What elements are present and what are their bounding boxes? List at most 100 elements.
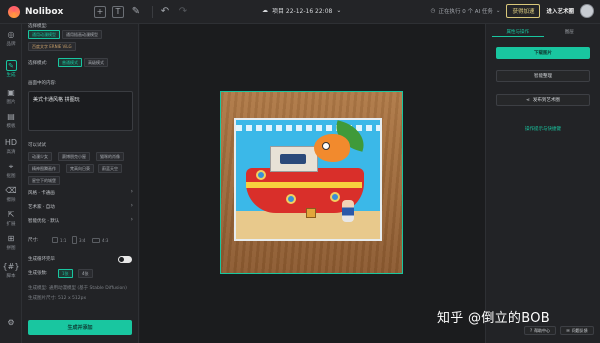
redo-icon[interactable]: ↷: [177, 6, 189, 18]
rail-item-extend[interactable]: ⇱ 扩展: [0, 210, 22, 227]
suggestion-chip[interactable]: 赛博朋克小屋: [58, 152, 90, 161]
loop-toggle[interactable]: [118, 256, 132, 263]
smart-organize-button[interactable]: 智能整理: [496, 70, 590, 82]
rail-item-template[interactable]: ▤ 模板: [0, 112, 22, 129]
model-label: 选择模型:: [28, 24, 48, 29]
chevron-right-icon: ›: [130, 188, 133, 195]
porthole: [330, 192, 340, 202]
brand-name: Nolibox: [25, 6, 64, 17]
shortcuts-link[interactable]: 操作提示与快捷键: [496, 126, 590, 132]
rail-item-label: 图片: [6, 100, 16, 105]
generate-button[interactable]: 生成并添加: [28, 320, 132, 335]
optimize-row[interactable]: 智能优化 · 默认 ›: [28, 216, 133, 225]
boost-button[interactable]: 获得加速: [506, 4, 541, 18]
watermark: 知乎 @倒立的BOB: [437, 311, 550, 326]
top-toolbar: Nolibox + T ✎ ↶ ↷ ☁ 项目 22-12-16 22:08 ⌄ …: [0, 0, 600, 24]
panel-tabs: 属性与操作 图层: [492, 27, 595, 37]
style-row[interactable]: 风格 · 卡通画 ›: [28, 188, 133, 197]
chevron-right-icon: ›: [130, 216, 133, 223]
brand-logo[interactable]: Nolibox: [8, 5, 88, 18]
download-button[interactable]: 下载图片: [496, 47, 590, 59]
canvas-area[interactable]: [140, 24, 485, 343]
rail-item-generate[interactable]: ✎ 生成: [0, 60, 22, 78]
text-icon[interactable]: T: [112, 5, 124, 18]
download-label: 下载图片: [534, 51, 552, 56]
app-window: Nolibox + T ✎ ↶ ↷ ☁ 项目 22-12-16 22:08 ⌄ …: [0, 0, 600, 343]
loop-label: 生成循环完毕: [28, 257, 55, 262]
chevron-right-icon: ›: [130, 202, 133, 209]
boat-stripe: [246, 182, 362, 188]
feedback-button[interactable]: ✉ 问题反馈: [560, 326, 594, 335]
model-info: 生成模型: 通用动漫模型 (基于 Stable Diffusion): [28, 286, 127, 291]
avatar[interactable]: [580, 4, 594, 18]
character: [342, 200, 354, 222]
ratio-landscape-option[interactable]: [92, 238, 100, 243]
rail-item-hd[interactable]: HD 高清: [0, 138, 22, 155]
size-info: 生成图片尺寸: 512 x 512px: [28, 296, 87, 301]
count-chip-4[interactable]: 4张: [78, 269, 93, 278]
optimize-value: 智能优化 · 默认: [28, 219, 60, 224]
ratio-square-option[interactable]: [52, 237, 58, 243]
tool-rail: ◎ 品牌 ✎ 生成 ▣ 图片 ▤ 模板 HD 高清 ⌖ 抠图 ⌫ 擦除 ⇱ 扩展: [0, 24, 22, 343]
logo-icon: [8, 5, 20, 18]
feedback-label: 问题反馈: [571, 327, 588, 333]
rail-item-collage[interactable]: ⊞ 拼图: [0, 234, 22, 251]
collage-icon: ⊞: [7, 234, 15, 243]
mode-chip-normal[interactable]: 普通模式: [58, 58, 82, 67]
rail-item-label: 品牌: [6, 42, 16, 47]
rail-item-brand[interactable]: ◎ 品牌: [0, 30, 22, 47]
mode-chip-advanced[interactable]: 高级模式: [84, 58, 108, 67]
cloud-upload-icon: ☁: [262, 7, 268, 14]
prompt-input[interactable]: 美式卡通风格 拼图玩: [28, 91, 133, 131]
clock-icon: ◷: [430, 8, 436, 14]
count-label: 生成张数:: [28, 271, 48, 276]
brush-icon[interactable]: ✎: [130, 6, 142, 18]
project-title[interactable]: ☁ 项目 22-12-16 22:08 ⌄: [262, 6, 341, 15]
tab-properties[interactable]: 属性与操作: [492, 27, 544, 37]
ratio-label: 1:1: [60, 238, 67, 243]
artist-row[interactable]: 艺术家 · 自动 ›: [28, 202, 133, 211]
selected-image[interactable]: [220, 91, 403, 274]
generate-icon: ✎: [5, 60, 17, 71]
fish: [314, 134, 350, 162]
generate-button-label: 生成并添加: [67, 325, 93, 331]
help-center-button[interactable]: ? 帮助中心: [524, 326, 556, 335]
rail-item-label: 抠图: [6, 174, 16, 179]
help-icon: ?: [529, 328, 533, 333]
count-chip-1[interactable]: 1张: [58, 269, 73, 278]
ratio-label: 3:4: [79, 238, 86, 243]
rail-item-erase[interactable]: ⌫ 擦除: [0, 186, 22, 203]
undo-icon[interactable]: ↶: [159, 6, 171, 18]
model-chip[interactable]: 通用插画动漫模型: [62, 30, 102, 39]
ratio-portrait-option[interactable]: [72, 236, 77, 244]
puzzle-artwork: [234, 118, 382, 241]
toolbar-divider: [152, 5, 153, 18]
rail-item-cutout[interactable]: ⌖ 抠图: [0, 162, 22, 179]
publish-button[interactable]: ⋖ 发布到艺术圈: [496, 94, 590, 106]
size-label: 尺寸:: [28, 238, 39, 243]
suggestion-chip[interactable]: 星空下的城堡: [28, 176, 60, 185]
rail-item-script[interactable]: {#} 脚本: [0, 262, 22, 279]
task-queue[interactable]: ◷ 正在执行 0 个 AI 任务 ⌄: [431, 7, 501, 15]
join-art-circle-button[interactable]: 进入艺术圈: [546, 7, 574, 15]
fish-eye: [322, 142, 330, 150]
suggestion-chip[interactable]: 精神图腾画作: [28, 164, 60, 173]
add-icon[interactable]: +: [94, 5, 106, 18]
artist-value: 艺术家 · 自动: [28, 205, 55, 210]
gear-icon: ⚙: [7, 318, 15, 327]
rail-item-settings[interactable]: ⚙: [0, 318, 22, 328]
image-icon: ▣: [7, 88, 15, 97]
porthole: [256, 170, 266, 180]
rail-item-label: 扩展: [6, 222, 16, 227]
suggestion-chip[interactable]: 猫咪的肖像: [96, 152, 124, 161]
tab-layers[interactable]: 图层: [544, 27, 596, 37]
suggestion-chip[interactable]: 蔚蓝天空: [98, 164, 122, 173]
suggestion-chip[interactable]: 动漫少女: [28, 152, 52, 161]
share-icon: ⋖: [526, 97, 530, 103]
ernie-model-chip[interactable]: 百度文字 ERNIE ViLG: [28, 42, 76, 51]
model-chip[interactable]: 通用动漫模型: [28, 30, 60, 39]
suggestion-chip[interactable]: 梵高向日葵: [66, 164, 94, 173]
porthole: [286, 194, 296, 204]
suggestions-label: 可以试试: [28, 143, 46, 148]
rail-item-image[interactable]: ▣ 图片: [0, 88, 22, 105]
